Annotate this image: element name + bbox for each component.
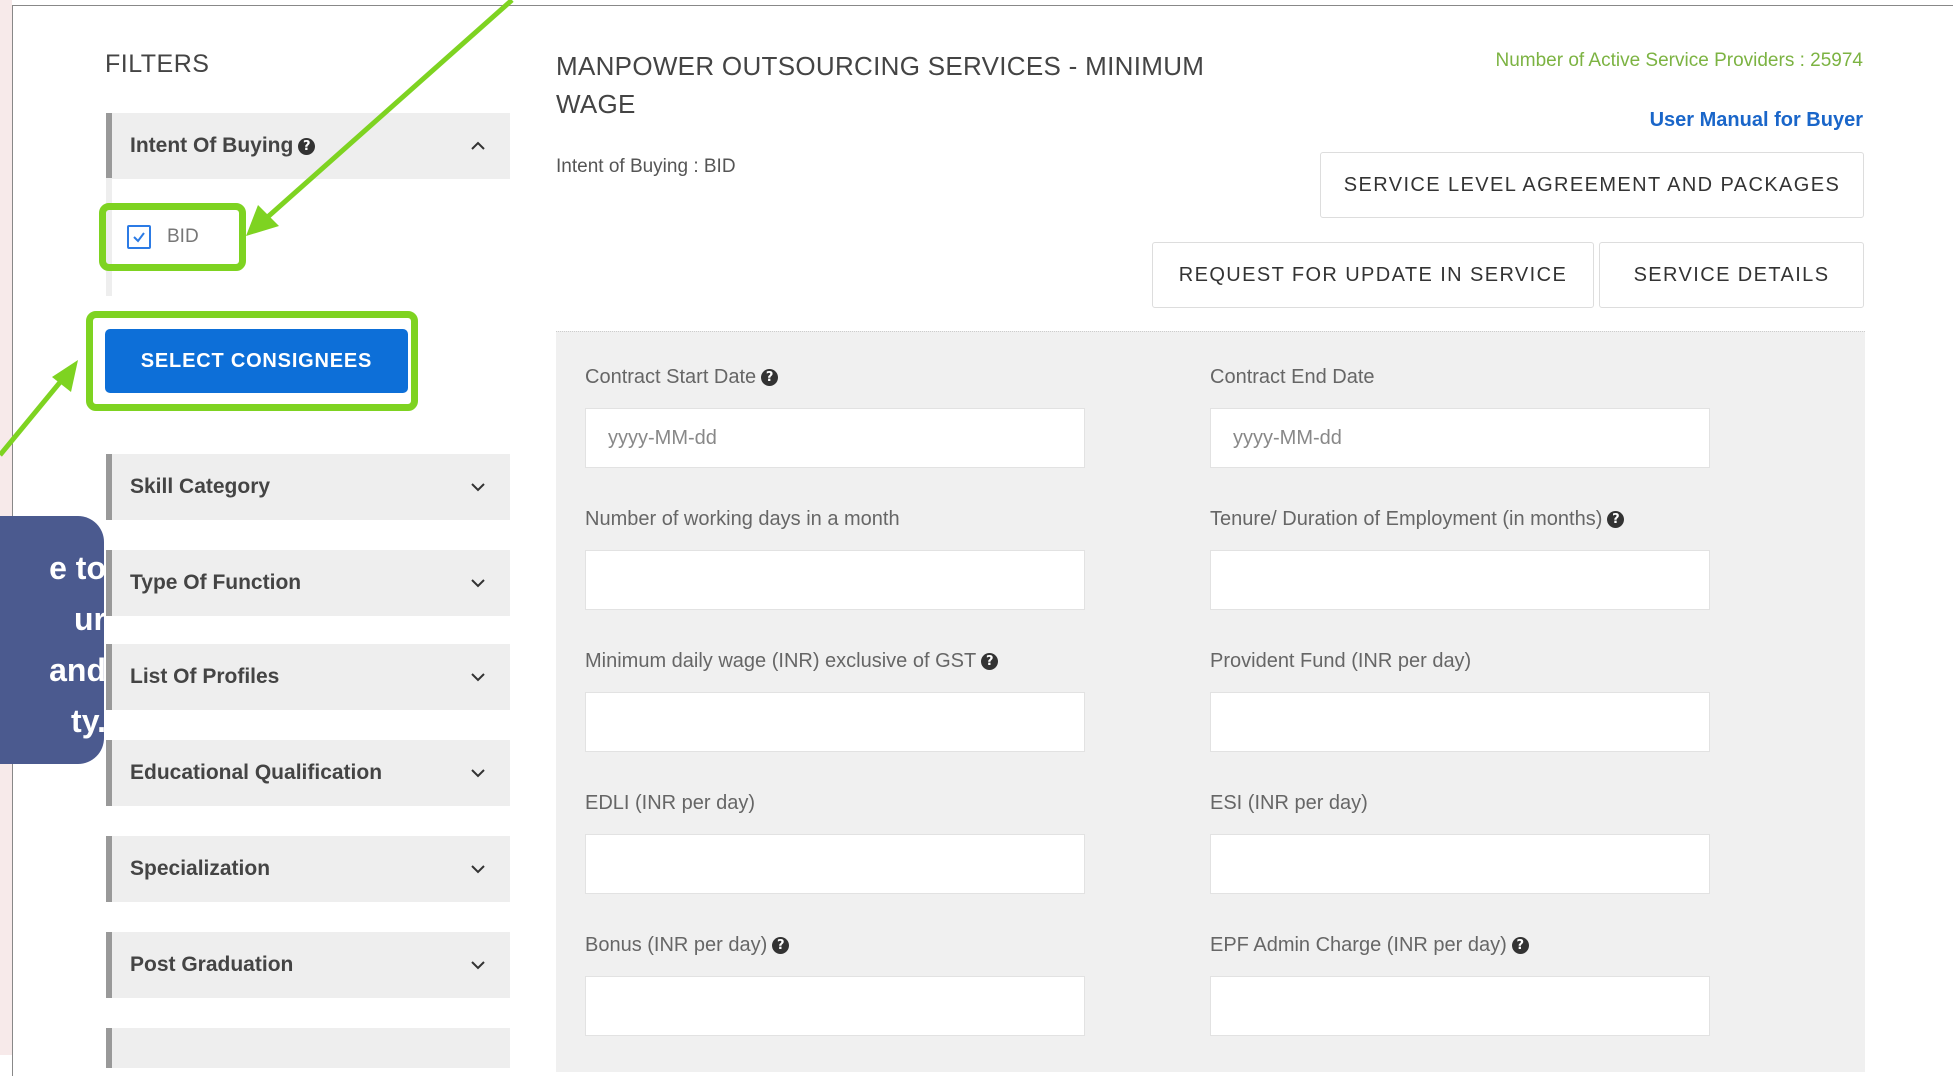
active-providers-count: Number of Active Service Providers : 259…: [1495, 50, 1863, 71]
filter-intent-label: Intent Of Buying: [130, 134, 294, 157]
question-circle-icon[interactable]: ?: [1607, 511, 1625, 529]
tutorial-callout: e to ur and ty.: [0, 516, 104, 764]
question-circle-icon[interactable]: ?: [1511, 937, 1529, 955]
min-wage-label-text: Minimum daily wage (INR) exclusive of GS…: [585, 650, 977, 672]
callout-line: and: [49, 652, 104, 688]
filter-intent-label-wrap: Intent Of Buying?: [130, 134, 316, 158]
chevron-down-icon[interactable]: [468, 573, 488, 593]
edli-input[interactable]: [585, 834, 1085, 894]
tenure-label-text: Tenure/ Duration of Employment (in month…: [1210, 508, 1603, 530]
contract-end-date-input[interactable]: [1210, 408, 1710, 468]
intent-of-buying-text: Intent of Buying : BID: [556, 156, 736, 177]
epf-admin-label-text: EPF Admin Charge (INR per day): [1210, 934, 1507, 956]
select-consignees-highlight-box: [86, 311, 418, 411]
filter-list-of-profiles[interactable]: List Of Profiles: [106, 644, 510, 710]
filter-educational-qualification[interactable]: Educational Qualification: [106, 740, 510, 806]
chevron-down-icon[interactable]: [468, 955, 488, 975]
esi-input[interactable]: [1210, 834, 1710, 894]
bonus-label-text: Bonus (INR per day): [585, 934, 768, 956]
question-circle-icon[interactable]: ?: [761, 369, 779, 387]
contract-start-label-text: Contract Start Date: [585, 366, 757, 388]
chevron-down-icon[interactable]: [468, 477, 488, 497]
contract-start-date-input[interactable]: [585, 408, 1085, 468]
filter-specialization[interactable]: Specialization: [106, 836, 510, 902]
callout-line: e to: [49, 550, 104, 586]
chevron-down-icon[interactable]: [468, 859, 488, 879]
question-circle-icon[interactable]: ?: [981, 653, 999, 671]
service-details-button[interactable]: SERVICE DETAILS: [1599, 242, 1864, 308]
chevron-up-icon[interactable]: [468, 136, 488, 156]
esi-label: ESI (INR per day): [1210, 792, 1368, 814]
working-days-input[interactable]: [585, 550, 1085, 610]
epf-admin-input[interactable]: [1210, 976, 1710, 1036]
callout-line: ty.: [71, 703, 104, 739]
filter-skill-category[interactable]: Skill Category: [106, 454, 510, 520]
callout-line: ur: [74, 601, 104, 637]
user-manual-link[interactable]: User Manual for Buyer: [1650, 109, 1863, 132]
filter-type-of-function[interactable]: Type Of Function: [106, 550, 510, 616]
working-days-label: Number of working days in a month: [585, 508, 900, 530]
question-circle-icon[interactable]: ?: [298, 137, 316, 155]
filter-label: Specialization: [130, 857, 271, 880]
filter-label: Post Graduation: [130, 953, 294, 976]
chevron-down-icon[interactable]: [468, 763, 488, 783]
epf-admin-label: EPF Admin Charge (INR per day)?: [1210, 934, 1529, 957]
request-update-button[interactable]: REQUEST FOR UPDATE IN SERVICE: [1152, 242, 1594, 308]
bid-highlight-box: [99, 203, 246, 271]
filter-intent-of-buying[interactable]: Intent Of Buying?: [106, 113, 510, 179]
edli-label: EDLI (INR per day): [585, 792, 756, 814]
filters-title: FILTERS: [105, 50, 210, 78]
sla-packages-button[interactable]: SERVICE LEVEL AGREEMENT AND PACKAGES: [1320, 152, 1864, 218]
filter-label: Educational Qualification: [130, 761, 383, 784]
question-circle-icon[interactable]: ?: [772, 937, 790, 955]
provident-fund-input[interactable]: [1210, 692, 1710, 752]
filter-label: Skill Category: [130, 475, 271, 498]
contract-end-label: Contract End Date: [1210, 366, 1375, 388]
bonus-label: Bonus (INR per day)?: [585, 934, 790, 957]
filter-post-graduation[interactable]: Post Graduation: [106, 932, 510, 998]
bonus-input[interactable]: [585, 976, 1085, 1036]
filter-next-partial[interactable]: [106, 1028, 510, 1068]
provident-fund-label: Provident Fund (INR per day): [1210, 650, 1472, 672]
contract-start-label: Contract Start Date?: [585, 366, 779, 389]
min-wage-label: Minimum daily wage (INR) exclusive of GS…: [585, 650, 999, 673]
tenure-label: Tenure/ Duration of Employment (in month…: [1210, 508, 1625, 531]
page-title: MANPOWER OUTSOURCING SERVICES - MINIMUM …: [556, 51, 1205, 119]
tenure-input[interactable]: [1210, 550, 1710, 610]
chevron-down-icon[interactable]: [468, 667, 488, 687]
min-wage-input[interactable]: [585, 692, 1085, 752]
filter-label: List Of Profiles: [130, 665, 280, 688]
filter-label: Type Of Function: [130, 571, 302, 594]
